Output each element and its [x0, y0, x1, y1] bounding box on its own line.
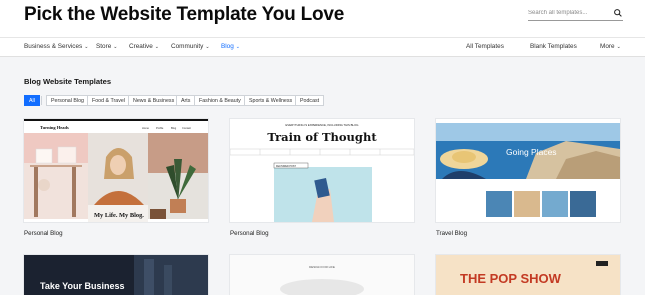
thumb-headline: THE POP SHOW [460, 271, 562, 286]
thumb-menu-contact: Contact [182, 126, 191, 130]
thumb-tagline: EVERYTHING IS EXPERIENCE, INCLUDING THIS… [286, 123, 359, 127]
template-label: Personal Blog [230, 230, 269, 237]
chevron-down-icon: ⌄ [113, 44, 118, 50]
chevron-down-icon: ⌄ [154, 44, 159, 50]
template-card-personal-blog-1[interactable]: Turning Heads Home Profile Blog Contact … [24, 119, 208, 222]
nav-blank-templates[interactable]: Blank Templates [530, 43, 577, 50]
thumb-menu-home: Home [142, 126, 149, 130]
search-box[interactable] [528, 7, 623, 21]
nav-community[interactable]: Community ⌄ [171, 43, 210, 50]
nav-more[interactable]: More ⌄ [600, 43, 621, 50]
filter-chip-news-business[interactable]: News & Business [128, 95, 180, 106]
filter-chip-fashion-beauty[interactable]: Fashion & Beauty [194, 95, 246, 106]
template-thumbnail: DESIGN FOR LIFE [230, 255, 414, 295]
thumb-menu-blog: Blog [171, 126, 177, 130]
template-thumbnail: Turning Heads Home Profile Blog Contact … [24, 119, 208, 222]
nav-store[interactable]: Store ⌄ [96, 43, 117, 50]
template-thumbnail: Going Places [436, 119, 620, 222]
thumb-badge: FEATURED POST [276, 165, 296, 168]
search-icon[interactable] [613, 7, 623, 19]
nav-blog[interactable]: Blog ⌄ [221, 43, 240, 50]
template-card-podcast[interactable]: THE POP SHOW [436, 255, 620, 295]
page-title: Pick the Website Template You Love [24, 4, 345, 25]
chevron-down-icon: ⌄ [235, 44, 240, 50]
header: Pick the Website Template You Love [0, 0, 645, 37]
filter-chip-personal-blog[interactable]: Personal Blog [46, 95, 89, 106]
filter-chip-podcast[interactable]: Podcast [295, 95, 325, 106]
template-label: Personal Blog [24, 230, 63, 237]
thumb-brand: Turning Heads [40, 125, 69, 130]
thumb-headline: Take Your Business [40, 281, 125, 291]
thumb-menu-profile: Profile [156, 126, 164, 130]
section-title: Blog Website Templates [24, 77, 112, 86]
filter-chip-arts[interactable]: Arts [176, 95, 196, 106]
template-card-business[interactable]: Take Your Business [24, 255, 208, 295]
template-card-personal-blog-2[interactable]: EVERYTHING IS EXPERIENCE, INCLUDING THIS… [230, 119, 414, 222]
category-nav: Business & Services ⌄ Store ⌄ Creative ⌄ Co… [0, 37, 645, 57]
filter-chip-food-travel[interactable]: Food & Travel [87, 95, 130, 106]
thumb-headline: My Life. My Blog. [94, 212, 144, 219]
nav-creative[interactable]: Creative ⌄ [129, 43, 159, 50]
template-thumbnail: Take Your Business [24, 255, 208, 295]
template-thumbnail: THE POP SHOW [436, 255, 620, 295]
template-card-travel-blog[interactable]: Going Places [436, 119, 620, 222]
search-input[interactable] [528, 7, 610, 19]
thumb-caption: DESIGN FOR LIFE [309, 265, 335, 269]
filter-chip-all[interactable]: All [24, 95, 40, 106]
nav-all-templates[interactable]: All Templates [466, 43, 504, 50]
chevron-down-icon: ⌄ [205, 44, 210, 50]
nav-business-services[interactable]: Business & Services ⌄ [24, 43, 88, 50]
chevron-down-icon: ⌄ [616, 44, 621, 50]
filter-chip-sports-wellness[interactable]: Sports & Wellness [244, 95, 298, 106]
thumb-headline: Train of Thought [267, 130, 377, 144]
template-label: Travel Blog [436, 230, 468, 237]
chevron-down-icon: ⌄ [84, 44, 89, 50]
chip-divider [41, 96, 42, 105]
thumb-headline: Going Places [506, 147, 557, 157]
template-card-design[interactable]: DESIGN FOR LIFE [230, 255, 414, 295]
template-thumbnail: EVERYTHING IS EXPERIENCE, INCLUDING THIS… [230, 119, 414, 222]
